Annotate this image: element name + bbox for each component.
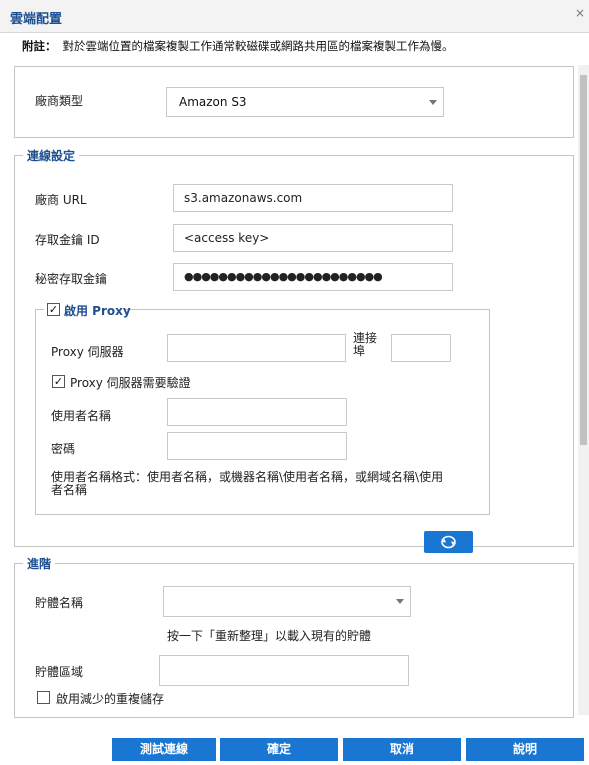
refresh-hint: 按一下「重新整理」以載入現有的貯體 bbox=[167, 629, 372, 643]
cancel-button[interactable]: 取消 bbox=[343, 738, 461, 761]
bucket-region-label: 貯體區域 bbox=[35, 665, 84, 679]
proxy-section: ✓ 啟用 Proxy Proxy 伺服器 連接埠 ✓ Proxy 伺服器需要驗證… bbox=[35, 302, 490, 515]
help-button[interactable]: 說明 bbox=[466, 738, 584, 761]
bucket-name-label: 貯體名稱 bbox=[35, 596, 84, 610]
checkmark-icon: ✓ bbox=[48, 303, 59, 316]
note: 附註： 對於雲端位置的檔案複製工作通常較磁碟或網路共用區的檔案複製工作為慢。 bbox=[22, 38, 454, 54]
ok-button[interactable]: 確定 bbox=[220, 738, 338, 761]
access-key-label: 存取金鑰 ID bbox=[35, 233, 100, 247]
scrollbar-thumb[interactable] bbox=[580, 75, 587, 445]
secret-key-field[interactable]: ●●●●●●●●●●●●●●●●●●●●●●● bbox=[173, 263, 453, 291]
connection-section: 連線設定 廠商 URL s3.amazonaws.com 存取金鑰 ID <ac… bbox=[14, 147, 574, 547]
note-text: 對於雲端位置的檔案複製工作通常較磁碟或網路共用區的檔案複製工作為慢。 bbox=[62, 39, 454, 53]
reduced-redundancy-checkbox[interactable] bbox=[37, 691, 50, 704]
proxy-auth-label: Proxy 伺服器需要驗證 bbox=[70, 376, 191, 390]
note-label: 附註： bbox=[22, 39, 57, 53]
vendor-type-value: Amazon S3 bbox=[179, 95, 247, 109]
vendor-type-label: 廠商類型 bbox=[35, 94, 84, 108]
reduced-redundancy-label: 啟用減少的重複儲存 bbox=[56, 692, 165, 706]
username-field[interactable] bbox=[167, 398, 347, 426]
proxy-port-field[interactable] bbox=[391, 334, 451, 362]
enable-proxy-label: 啟用 Proxy bbox=[64, 304, 131, 318]
chevron-down-icon bbox=[396, 599, 404, 604]
vertical-scrollbar[interactable] bbox=[578, 65, 589, 715]
vendor-url-field[interactable]: s3.amazonaws.com bbox=[173, 184, 453, 212]
close-icon[interactable]: × bbox=[573, 6, 587, 20]
bucket-region-field[interactable] bbox=[159, 655, 409, 686]
advanced-legend: 進階 bbox=[23, 555, 56, 572]
vendor-type-select[interactable]: Amazon S3 bbox=[166, 87, 444, 117]
username-label: 使用者名稱 bbox=[51, 409, 112, 423]
proxy-port-label: 連接埠 bbox=[353, 331, 378, 358]
proxy-legend: ✓ 啟用 Proxy bbox=[44, 302, 131, 318]
secret-key-label: 秘密存取金鑰 bbox=[35, 272, 108, 286]
proxy-server-field[interactable] bbox=[167, 334, 346, 362]
proxy-server-label: Proxy 伺服器 bbox=[51, 345, 124, 359]
password-field[interactable] bbox=[167, 432, 347, 460]
checkmark-icon: ✓ bbox=[53, 375, 64, 388]
dialog-titlebar: 雲端配置 × bbox=[0, 0, 589, 33]
bucket-name-select[interactable] bbox=[163, 586, 411, 617]
test-connection-button[interactable]: 測試連線 bbox=[112, 738, 216, 761]
username-format-hint: 使用者名稱格式：使用者名稱，或機器名稱\使用者名稱，或網域名稱\使用者名稱 bbox=[51, 470, 444, 497]
dialog-title: 雲端配置 bbox=[10, 12, 63, 27]
connection-legend: 連線設定 bbox=[23, 147, 80, 164]
chevron-down-icon bbox=[429, 100, 437, 105]
vendor-section: 廠商類型 Amazon S3 bbox=[14, 66, 574, 138]
enable-proxy-checkbox[interactable]: ✓ bbox=[47, 303, 60, 316]
refresh-buckets-button[interactable] bbox=[424, 531, 473, 553]
dialog-footer: 測試連線 確定 取消 說明 bbox=[0, 732, 589, 765]
access-key-field[interactable]: <access key> bbox=[173, 224, 453, 252]
refresh-icon bbox=[441, 535, 456, 549]
password-label: 密碼 bbox=[51, 442, 76, 456]
proxy-auth-checkbox[interactable]: ✓ bbox=[52, 375, 65, 388]
vendor-url-label: 廠商 URL bbox=[35, 193, 87, 207]
advanced-section: 進階 貯體名稱 按一下「重新整理」以載入現有的貯體 貯體區域 啟用減少的重複儲存 bbox=[14, 555, 574, 718]
